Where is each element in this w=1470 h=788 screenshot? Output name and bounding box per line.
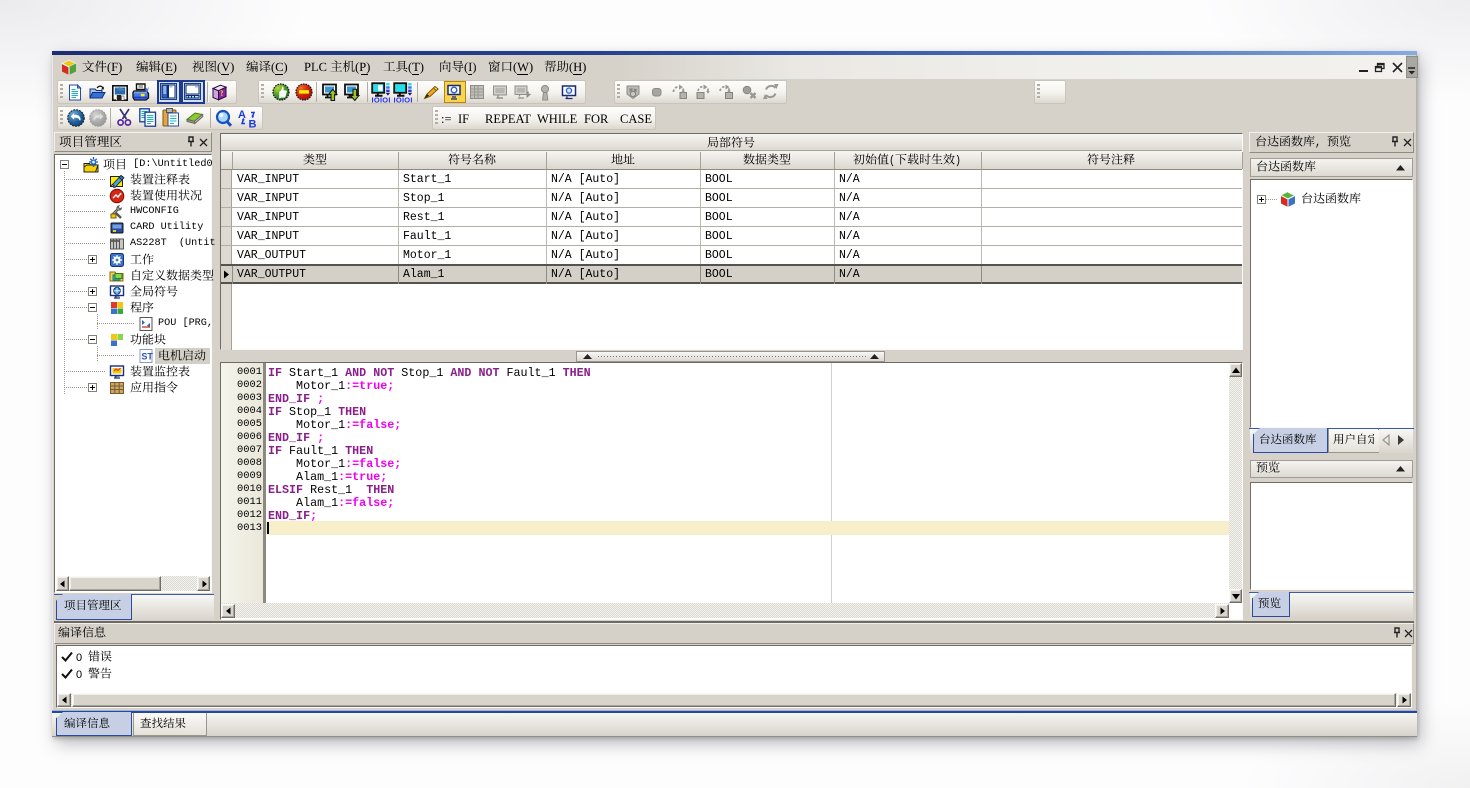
svg-text:IOIOI: IOIOI [372,96,391,104]
svg-text:ST: ST [141,352,153,362]
svg-text:B: B [249,119,257,129]
svg-text:IOIOI: IOIOI [394,96,413,104]
svg-text:A: A [238,109,246,121]
